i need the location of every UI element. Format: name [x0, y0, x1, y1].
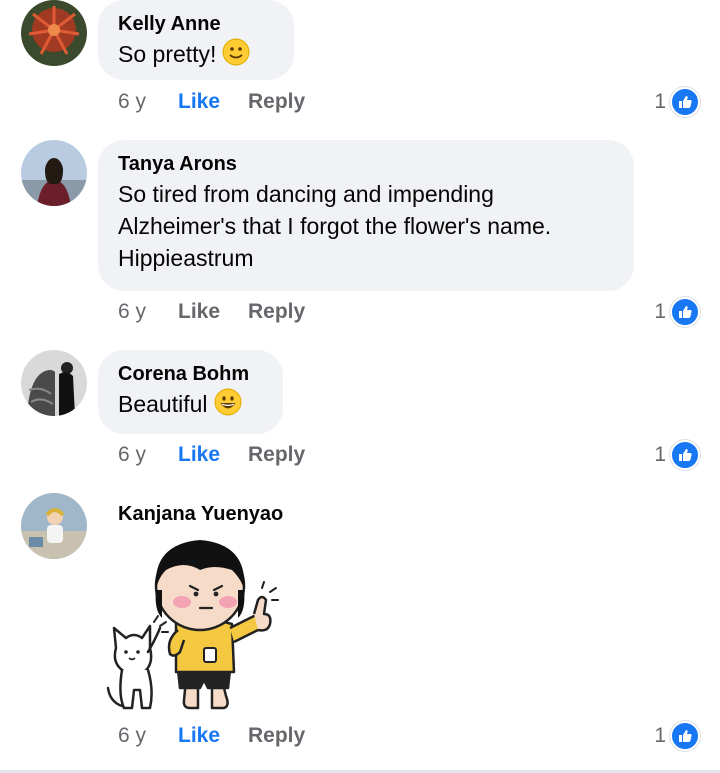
like-button[interactable]: Like	[178, 443, 248, 467]
comment-actions: 6 y Like Reply	[118, 721, 305, 751]
thumbs-up-icon	[670, 721, 700, 751]
comment-actions: 6 y Like Reply	[118, 297, 305, 327]
comment-time[interactable]: 6 y	[118, 90, 178, 114]
avatar[interactable]	[21, 0, 87, 66]
grinning-face-emoji	[214, 388, 242, 424]
comment-author[interactable]: Kanjana Yuenyao	[118, 502, 283, 526]
reaction-count: 1	[654, 443, 666, 466]
reaction-count: 1	[654, 300, 666, 323]
comment-bubble[interactable]: Corena Bohm Beautiful	[98, 350, 283, 434]
thumbs-up-icon	[670, 87, 700, 117]
avatar[interactable]	[21, 493, 87, 559]
comment-bubble[interactable]: Tanya Arons So tired from dancing and im…	[98, 140, 634, 291]
comment-bubble[interactable]: Kelly Anne So pretty!	[98, 0, 294, 80]
like-button[interactable]: Like	[178, 300, 248, 324]
reaction-count: 1	[654, 90, 666, 113]
comment-author[interactable]: Tanya Arons	[118, 152, 614, 176]
comment-text: Beautiful	[118, 388, 263, 424]
reply-button[interactable]: Reply	[248, 90, 305, 114]
reaction-count: 1	[654, 724, 666, 747]
slightly-smiling-face-emoji	[222, 38, 250, 74]
reply-button[interactable]: Reply	[248, 724, 305, 748]
comment-actions: 6 y Like Reply	[118, 440, 305, 470]
reply-button[interactable]: Reply	[248, 443, 305, 467]
thumbs-up-girl-cat-sticker[interactable]	[104, 530, 284, 720]
comment-text-line: So tired from dancing and impending	[118, 181, 494, 207]
comment-text-line: Alzheimer's that I forgot the flower's n…	[118, 213, 552, 239]
reaction-summary[interactable]: 1	[654, 87, 700, 117]
comment-time[interactable]: 6 y	[118, 724, 178, 748]
reaction-summary[interactable]: 1	[654, 440, 700, 470]
comment-author[interactable]: Corena Bohm	[118, 362, 263, 386]
avatar[interactable]	[21, 140, 87, 206]
reply-button[interactable]: Reply	[248, 300, 305, 324]
comment-author-label: Kanjana Yuenyao	[118, 502, 283, 526]
comment-time[interactable]: 6 y	[118, 443, 178, 467]
reaction-summary[interactable]: 1	[654, 297, 700, 327]
thumbs-up-icon	[670, 440, 700, 470]
comment-actions: 6 y Like Reply	[118, 87, 305, 117]
comment-author[interactable]: Kelly Anne	[118, 12, 274, 36]
reaction-summary[interactable]: 1	[654, 721, 700, 751]
thumbs-up-icon	[670, 297, 700, 327]
comment-text-line: Hippieastrum	[118, 245, 254, 271]
like-button[interactable]: Like	[178, 90, 248, 114]
avatar[interactable]	[21, 350, 87, 416]
comment-text: So pretty!	[118, 38, 274, 74]
comment-time[interactable]: 6 y	[118, 300, 178, 324]
like-button[interactable]: Like	[178, 724, 248, 748]
